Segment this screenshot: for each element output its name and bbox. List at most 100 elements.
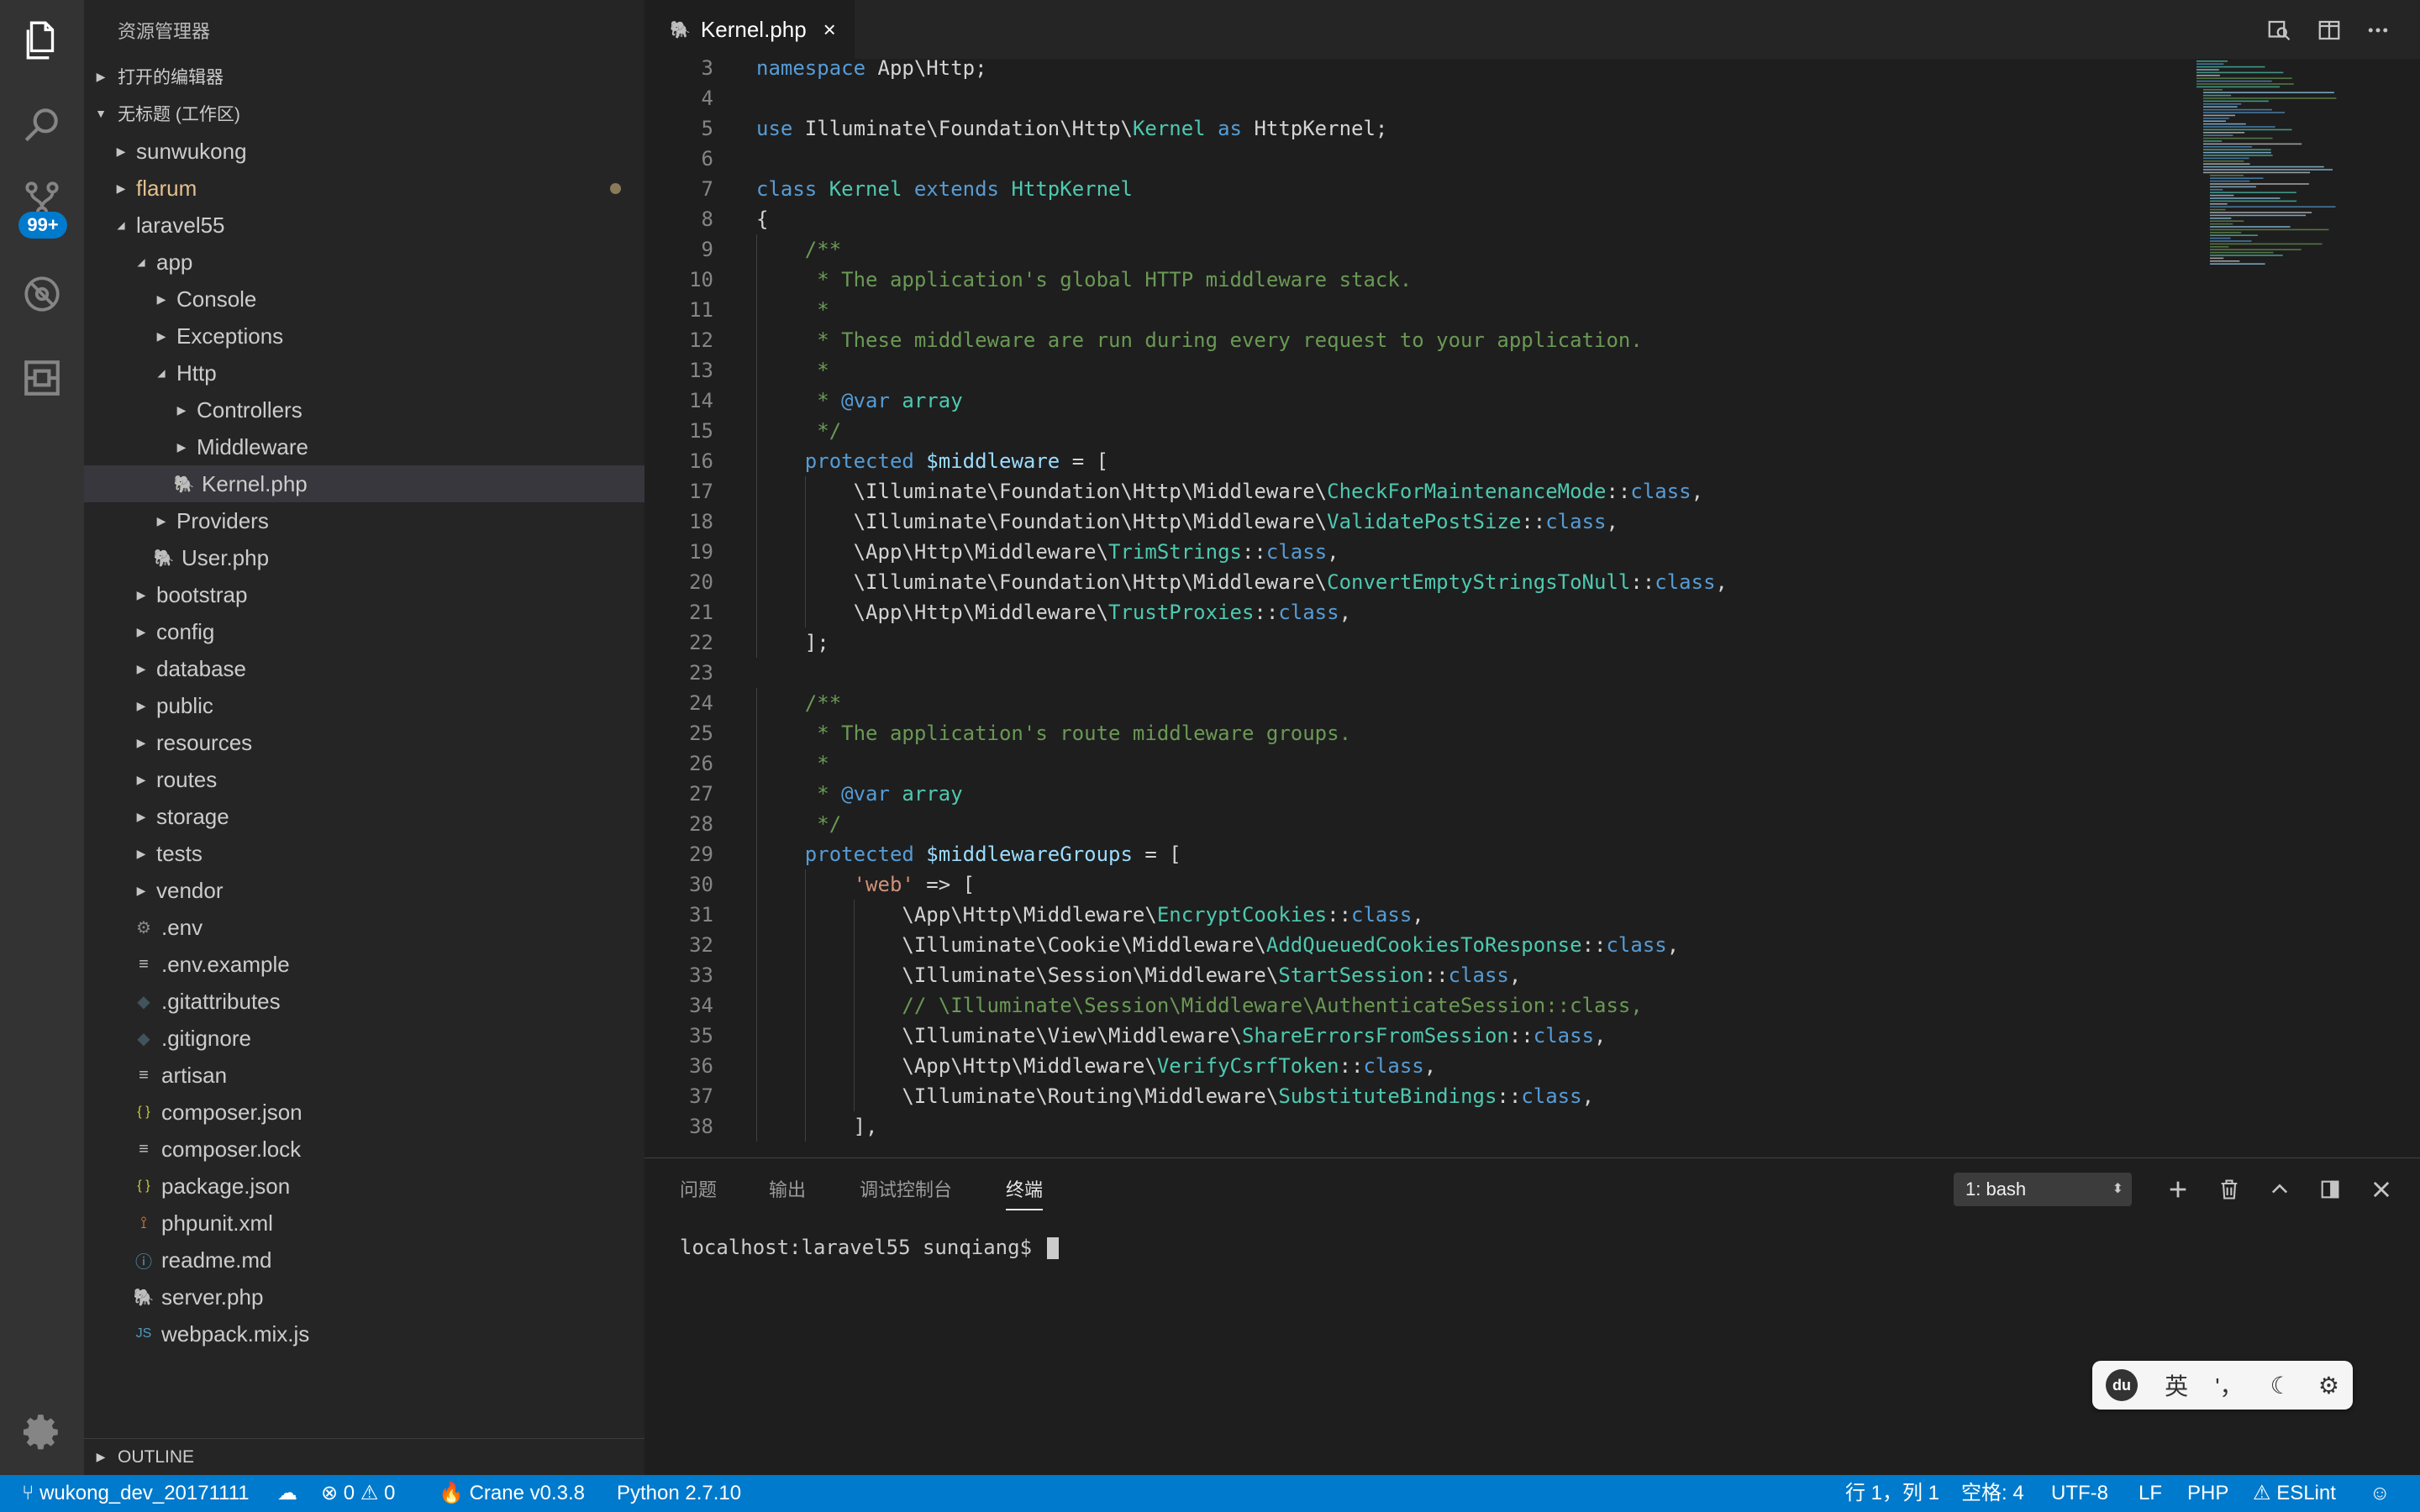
trash-icon[interactable] <box>2215 1175 2244 1204</box>
panel-tab[interactable]: 问题 <box>680 1175 717 1202</box>
end-of-line[interactable]: LF <box>2139 1475 2162 1512</box>
code-line: 11 * <box>644 295 2157 325</box>
code-line: 27 * @var array <box>644 779 2157 809</box>
tree-folder-public[interactable]: ▶ public <box>84 687 644 724</box>
code-token: , <box>1412 903 1424 927</box>
moon-icon[interactable]: ☾ <box>2270 1372 2291 1399</box>
git-branch-icon: ⑂ <box>22 1482 40 1504</box>
code-token: ConvertEmptyStringsToNull <box>1327 570 1631 594</box>
panel-tab[interactable]: 终端 <box>1006 1175 1044 1210</box>
line-number: 33 <box>689 963 713 987</box>
tree-file-env-example[interactable]: ≡ .env.example <box>84 946 644 983</box>
tree-file-composer-json[interactable]: { } composer.json <box>84 1094 644 1131</box>
tree-folder-laravel55[interactable]: ◢ laravel55 <box>84 207 644 244</box>
tree-folder-database[interactable]: ▶ database <box>84 650 644 687</box>
branch-status[interactable]: ⑂ wukong_dev_20171111 <box>22 1475 250 1512</box>
tree-folder-bootstrap[interactable]: ▶ bootstrap <box>84 576 644 613</box>
language-mode[interactable]: PHP <box>2187 1475 2228 1512</box>
tab-kernel-php[interactable]: 🐘 Kernel.php × <box>644 0 855 59</box>
code-token: class <box>1351 903 1413 927</box>
tree-file-composer-lock[interactable]: ≡ composer.lock <box>84 1131 644 1168</box>
code-token: :: <box>1327 903 1352 927</box>
tree-file-server-php[interactable]: 🐘 server.php <box>84 1278 644 1315</box>
workspace-section[interactable]: ▼ 无标题 (工作区) <box>84 95 644 132</box>
tree-folder-app[interactable]: ◢ app <box>84 244 644 281</box>
tree-file-user-php[interactable]: 🐘 User.php <box>84 539 644 576</box>
tree-folder-vendor[interactable]: ▶ vendor <box>84 872 644 909</box>
tree-file-gitignore[interactable]: ◆ .gitignore <box>84 1020 644 1057</box>
tree-folder-providers[interactable]: ▶ Providers <box>84 502 644 539</box>
toggle-panel-position-icon[interactable] <box>2316 1175 2344 1204</box>
search-icon[interactable] <box>0 87 84 162</box>
tree-folder-tests[interactable]: ▶ tests <box>84 835 644 872</box>
split-editor-icon[interactable] <box>2314 15 2344 45</box>
tree-file-env[interactable]: ⚙ .env <box>84 909 644 946</box>
code-token: :: <box>1339 1054 1364 1078</box>
ime-toolbar[interactable]: du 英 '， ☾ ⚙ <box>2092 1361 2353 1410</box>
tree-folder-config[interactable]: ▶ config <box>84 613 644 650</box>
panel-tab[interactable]: 输出 <box>769 1175 806 1202</box>
tree-folder-exceptions[interactable]: ▶ Exceptions <box>84 318 644 354</box>
feedback-smiley-icon[interactable]: ☺ <box>2370 1475 2391 1512</box>
manage-gear-icon[interactable] <box>0 1394 84 1470</box>
minimap[interactable] <box>2195 59 2346 277</box>
problems-status[interactable]: ⊗ 0 ⚠ 0 <box>321 1475 395 1512</box>
minimap-line <box>2210 251 2274 254</box>
php-elephant-icon: 🐘 <box>670 20 691 39</box>
outline-section[interactable]: ▶ OUTLINE <box>84 1438 644 1475</box>
code-token: HttpKernel <box>1011 177 1133 201</box>
tree-folder-middleware[interactable]: ▶ Middleware <box>84 428 644 465</box>
status-bar: ⑂ wukong_dev_20171111 ☁ ⊗ 0 ⚠ 0 🔥 Crane … <box>0 1475 2420 1512</box>
tree-folder-flarum[interactable]: ▶ flarum <box>84 170 644 207</box>
tree-folder-http[interactable]: ◢ Http <box>84 354 644 391</box>
tree-folder-routes[interactable]: ▶ routes <box>84 761 644 798</box>
code-token: class <box>756 177 829 201</box>
ime-settings-gear-icon[interactable]: ⚙ <box>2318 1372 2339 1399</box>
tree-file-kernel-php[interactable]: 🐘 Kernel.php <box>84 465 644 502</box>
code-token: class <box>1265 540 1328 564</box>
indent-guide <box>756 507 757 537</box>
extensions-icon[interactable] <box>0 340 84 416</box>
ime-language-toggle[interactable]: 英 <box>2165 1368 2188 1402</box>
open-changes-icon[interactable] <box>2264 15 2294 45</box>
tree-folder-console[interactable]: ▶ Console <box>84 281 644 318</box>
tree-file-phpunit-xml[interactable]: ⟟ phpunit.xml <box>84 1205 644 1242</box>
terminal-select[interactable]: 1: bash ⬍ <box>1954 1173 2132 1206</box>
tree-file-package-json[interactable]: { } package.json <box>84 1168 644 1205</box>
tree-folder-storage[interactable]: ▶ storage <box>84 798 644 835</box>
tree-file-readme-md[interactable]: ⓘ readme.md <box>84 1242 644 1278</box>
indentation[interactable]: 空格: 4 <box>1961 1475 2024 1512</box>
python-version[interactable]: Python 2.7.10 <box>617 1475 741 1512</box>
explorer-icon[interactable] <box>0 3 84 78</box>
tree-folder-resources[interactable]: ▶ resources <box>84 724 644 761</box>
tree-folder-sunwukong[interactable]: ▶ sunwukong <box>84 133 644 170</box>
tree-file-gitattributes[interactable]: ◆ .gitattributes <box>84 983 644 1020</box>
open-editors-section[interactable]: ▶ 打开的编辑器 <box>84 58 644 95</box>
tree-file-webpack-mix-js[interactable]: JS webpack.mix.js <box>84 1315 644 1352</box>
sync-icon[interactable]: ☁ <box>277 1475 297 1512</box>
crane-status[interactable]: 🔥 Crane v0.3.8 <box>439 1475 585 1512</box>
tree-folder-controllers[interactable]: ▶ Controllers <box>84 391 644 428</box>
tree-item-label: .gitattributes <box>161 988 281 1014</box>
code-token: => [ <box>913 873 976 896</box>
new-terminal-icon[interactable] <box>2164 1175 2192 1204</box>
tree-item-label: routes <box>156 766 218 792</box>
close-tab-icon[interactable]: × <box>823 17 836 43</box>
terminal-output[interactable]: localhost:laravel55 sunqiang$ <box>680 1236 1060 1259</box>
ime-punctuation-toggle[interactable]: '， <box>2215 1368 2243 1402</box>
cursor-position[interactable]: 行 1，列 1 <box>1845 1475 1939 1512</box>
eslint-status[interactable]: ⚠ ESLint <box>2253 1475 2336 1512</box>
indent-guide <box>756 265 757 295</box>
encoding[interactable]: UTF-8 <box>2051 1475 2108 1512</box>
maximize-panel-icon[interactable] <box>2265 1175 2294 1204</box>
branch-name: wukong_dev_20171111 <box>39 1482 250 1504</box>
tree-file-artisan[interactable]: ≡ artisan <box>84 1057 644 1094</box>
code-token: ], <box>853 1115 878 1138</box>
close-panel-icon[interactable] <box>2367 1175 2396 1204</box>
more-actions-icon[interactable] <box>2363 15 2393 45</box>
panel-tab[interactable]: 调试控制台 <box>860 1175 952 1202</box>
code-token: , <box>1327 540 1339 564</box>
debug-icon[interactable] <box>0 256 84 332</box>
code-editor[interactable]: 3 namespace App\Http; 4 5 use Illuminate\Fou… <box>644 59 2420 1158</box>
minimap-line <box>2210 192 2296 193</box>
